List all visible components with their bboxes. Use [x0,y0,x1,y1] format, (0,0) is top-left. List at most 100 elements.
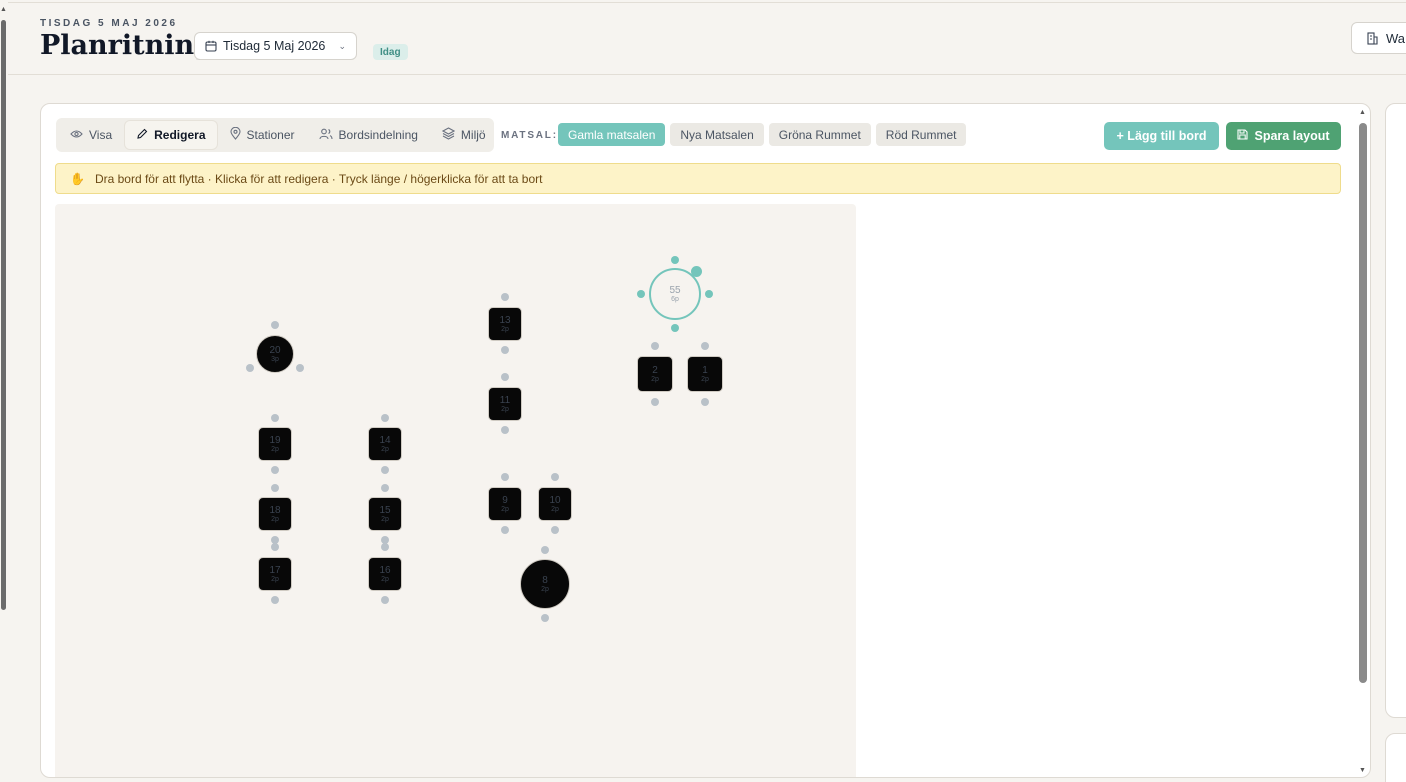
seat-marker [671,256,679,264]
table-1[interactable]: 1 2p [687,356,723,392]
table-capacity: 6p [671,295,679,303]
mode-visa-button[interactable]: Visa [59,121,123,149]
seat-marker [271,414,279,422]
save-layout-button[interactable]: Spara layout [1226,122,1341,150]
table-capacity: 2p [541,585,549,593]
room-tab-grona-rummet[interactable]: Gröna Rummet [768,123,871,146]
map-pin-icon [229,126,241,143]
table-18[interactable]: 18 2p [258,497,292,531]
seat-marker [381,596,389,604]
seat-marker [501,526,509,534]
seat-marker [651,342,659,350]
table-capacity: 2p [271,515,279,523]
left-scrollbar[interactable]: ▲ [0,0,8,782]
table-number: 11 [499,394,511,406]
table-20[interactable]: 20 3p [256,335,294,373]
table-number: 18 [269,504,281,516]
header-divider [8,74,1406,75]
table-capacity: 2p [701,375,709,383]
chevron-down-icon: ⌄ [338,40,346,51]
seat-marker [271,543,279,551]
seat-marker [637,290,645,298]
table-number: 10 [549,494,561,506]
seat-marker [271,466,279,474]
table-number: 8 [542,574,548,586]
hand-icon: ✋ [70,171,85,186]
eye-icon [70,128,83,142]
scroll-up-arrow-icon[interactable]: ▲ [0,6,7,13]
today-badge[interactable]: Idag [373,44,408,60]
table-9[interactable]: 9 2p [488,487,522,521]
room-tab-nya-matsalen[interactable]: Nya Matsalen [670,123,764,146]
floorplan-card: Visa Redigera Stationer Bordsindelning M… [40,103,1371,778]
seat-marker [271,484,279,492]
side-panel [1385,103,1406,718]
page-eyebrow-date: TISDAG 5 MAJ 2026 [40,18,178,29]
table-capacity: 2p [501,505,509,513]
resize-handle[interactable] [691,266,702,277]
table-number: 19 [269,434,281,446]
seat-marker [541,614,549,622]
layers-icon [441,127,456,143]
mode-bordsindelning-button[interactable]: Bordsindelning [308,121,429,149]
edit-hint-text: Dra bord för att flytta · Klicka för att… [94,171,543,186]
table-number: 20 [269,344,281,356]
table-capacity: 2p [271,445,279,453]
scroll-down-arrow-icon[interactable]: ▼ [1359,767,1366,774]
table-15[interactable]: 15 2p [368,497,402,531]
seat-marker [246,364,254,372]
mode-bordsindelning-label: Bordsindelning [338,128,418,142]
seat-marker [501,473,509,481]
card-scrollbar[interactable]: ▲ ▼ [1358,109,1368,774]
scroll-up-arrow-icon[interactable]: ▲ [1359,109,1366,116]
table-16[interactable]: 16 2p [368,557,402,591]
table-capacity: 2p [651,375,659,383]
table-19[interactable]: 19 2p [258,427,292,461]
table-2[interactable]: 2 2p [637,356,673,392]
table-10[interactable]: 10 2p [538,487,572,521]
users-icon [318,128,333,143]
table-14[interactable]: 14 2p [368,427,402,461]
card-scrollbar-thumb[interactable] [1359,123,1367,683]
table-number: 16 [379,564,391,576]
room-tab-gamla-matsalen[interactable]: Gamla matsalen [558,123,666,146]
top-right-button[interactable]: Wa [1351,22,1406,54]
seat-marker [271,321,279,329]
top-divider [8,2,1406,3]
table-capacity: 2p [381,575,389,583]
table-11[interactable]: 11 2p [488,387,522,421]
table-capacity: 2p [271,575,279,583]
seat-marker [381,414,389,422]
left-scrollbar-thumb[interactable] [1,20,6,610]
table-capacity: 2p [501,405,509,413]
seat-marker [671,324,679,332]
floorplan-canvas[interactable] [55,204,856,777]
table-number: 2 [652,364,658,376]
mode-visa-label: Visa [89,128,113,142]
table-number: 15 [379,504,391,516]
calendar-icon [205,40,217,52]
seat-marker [651,398,659,406]
room-tab-rod-rummet[interactable]: Röd Rummet [875,123,967,146]
save-layout-label: Spara layout [1254,129,1330,143]
mode-stationer-button[interactable]: Stationer [219,121,306,149]
matsal-label: MATSAL: [501,130,558,141]
table-8[interactable]: 8 2p [520,559,570,609]
seat-marker [271,596,279,604]
seat-marker [381,543,389,551]
table-17[interactable]: 17 2p [258,557,292,591]
table-number: 13 [499,314,511,326]
seat-marker [381,484,389,492]
seat-marker [541,546,549,554]
table-13[interactable]: 13 2p [488,307,522,341]
date-picker-button[interactable]: Tisdag 5 Maj 2026 ⌄ [194,32,357,60]
mode-redigera-button[interactable]: Redigera [125,121,217,149]
table-capacity: 2p [501,325,509,333]
table-number: 1 [702,364,708,376]
table-number: 55 [669,284,681,296]
add-table-button[interactable]: + Lägg till bord [1104,122,1219,150]
mode-miljo-button[interactable]: Miljö [431,121,497,149]
seat-marker [551,473,559,481]
building-icon [1367,31,1378,45]
seat-marker [501,373,509,381]
